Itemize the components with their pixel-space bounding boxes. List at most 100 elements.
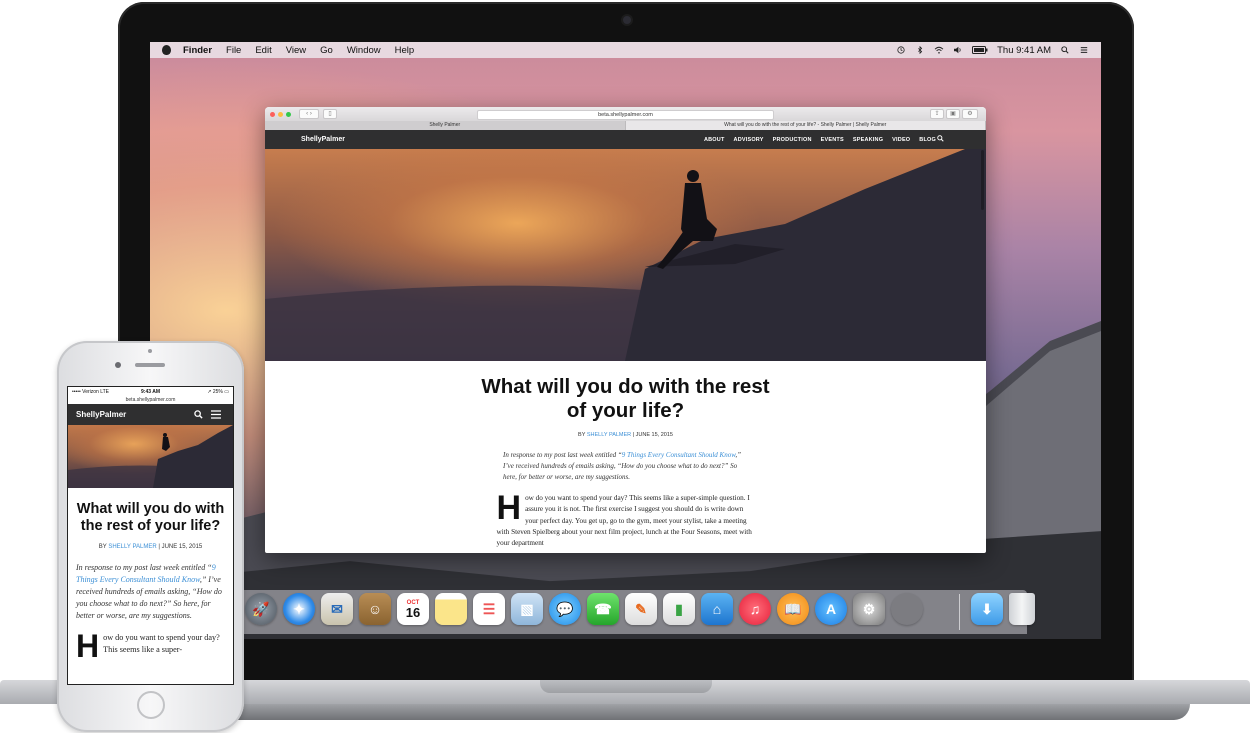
iphone-hero-image [68, 425, 233, 488]
iphone: ••••• Verizon LTE 9:43 AM ↗ 25% ▭ beta.s… [57, 341, 244, 732]
page-scrollbar[interactable] [981, 150, 984, 210]
calendar-icon[interactable]: OCT 16 [397, 593, 429, 625]
camera-icon [623, 16, 631, 24]
hamburger-menu-icon[interactable] [211, 410, 221, 419]
hero-silhouette [265, 149, 986, 361]
apple-menu-icon[interactable] [162, 45, 171, 55]
hero-image [265, 149, 986, 361]
spotlight-icon[interactable] [1060, 46, 1070, 54]
notification-center-icon[interactable] [1079, 46, 1089, 54]
trash-icon[interactable] [1009, 593, 1035, 625]
share-icon[interactable]: ⇪ [930, 109, 944, 119]
author-link[interactable]: SHELLY PALMER [587, 432, 631, 438]
downloads-folder-icon[interactable]: ⬇ [971, 593, 1003, 625]
app-icon[interactable] [891, 593, 923, 625]
article-byline: BY SHELLY PALMER | JUNE 15, 2015 [265, 432, 986, 438]
menu-window[interactable]: Window [347, 45, 381, 56]
notes-icon[interactable] [435, 593, 467, 625]
home-button[interactable] [137, 691, 165, 719]
nav-production[interactable]: PRODUCTION [773, 137, 812, 143]
wifi-icon[interactable] [934, 46, 944, 54]
iphone-author-link[interactable]: SHELLY PALMER [108, 544, 156, 550]
article-body-text: ow do you want to spend your day? This s… [496, 494, 752, 548]
facetime-icon[interactable]: ☎ [587, 593, 619, 625]
search-icon[interactable] [937, 135, 944, 142]
nav-speaking[interactable]: SPEAKING [853, 137, 883, 143]
intro-link[interactable]: 9 Things Every Consultant Should Know [622, 451, 736, 459]
macbook-notch [540, 680, 712, 693]
iphone-search-icon[interactable] [194, 410, 203, 419]
status-time: 9:43 AM [141, 388, 160, 395]
menu-go[interactable]: Go [320, 45, 333, 56]
menu-help[interactable]: Help [395, 45, 415, 56]
site-logo[interactable]: ShellyPalmer [301, 136, 345, 143]
iphone-address-bar[interactable]: beta.shellypalmer.com [68, 396, 233, 404]
iphone-byline-prefix: BY [98, 544, 107, 550]
numbers-icon[interactable]: ▮ [663, 593, 695, 625]
extension-icon[interactable]: ⚙ [962, 109, 978, 119]
ibooks-icon[interactable]: 📖 [777, 593, 809, 625]
nav-about[interactable]: ABOUT [704, 137, 725, 143]
nav-blog[interactable]: BLOG [919, 137, 936, 143]
tabs-overview-icon[interactable]: ▣ [946, 109, 960, 119]
drop-cap: H [496, 489, 522, 527]
messages-icon[interactable]: 💬 [549, 593, 581, 625]
iphone-intro-start: In response to my post last week entitle… [76, 563, 212, 572]
menu-bar: Finder File Edit View Go Window Help Thu… [150, 42, 1101, 58]
safari-window: ‹ › ▯ beta.shellypalmer.com ⇪ ▣ ⚙ Shelly… [265, 107, 986, 553]
article: What will you do with the rest of your l… [265, 375, 986, 549]
tab-shelly-palmer[interactable]: Shelly Palmer [265, 121, 626, 130]
back-forward-buttons[interactable]: ‹ › [299, 109, 319, 119]
iphone-screen: ••••• Verizon LTE 9:43 AM ↗ 25% ▭ beta.s… [67, 386, 234, 685]
dock: 🚀 ✦ ✉ ☺ OCT 16 ☰ ▧ 💬 ☎ ✎ ▮ ⌂ ♫ 📖 A ⚙ ⬇ [239, 590, 1035, 634]
keynote-icon[interactable]: ⌂ [701, 593, 733, 625]
tab-article[interactable]: What will you do with the rest of your l… [625, 121, 986, 130]
menu-view[interactable]: View [286, 45, 306, 56]
iphone-body-text: ow do you want to spend your day? This s… [103, 633, 220, 654]
mail-icon[interactable]: ✉ [321, 593, 353, 625]
mac-desktop: Finder File Edit View Go Window Help Thu… [150, 42, 1101, 639]
nav-advisory[interactable]: ADVISORY [734, 137, 764, 143]
time-machine-icon[interactable] [896, 46, 906, 54]
contacts-icon[interactable]: ☺ [359, 593, 391, 625]
pages-icon[interactable]: ✎ [625, 593, 657, 625]
reminders-icon[interactable]: ☰ [473, 593, 505, 625]
zoom-button[interactable] [286, 111, 291, 117]
menu-app-finder[interactable]: Finder [183, 45, 212, 56]
battery-icon[interactable] [972, 46, 988, 54]
iphone-site-logo[interactable]: ShellyPalmer [76, 410, 126, 419]
iphone-article-intro: In response to my post last week entitle… [76, 562, 225, 622]
iphone-sensor [148, 349, 152, 353]
safari-icon[interactable]: ✦ [283, 593, 315, 625]
iphone-site-header: ShellyPalmer [68, 404, 233, 425]
sidebar-icon[interactable]: ▯ [323, 109, 337, 119]
iphone-hero-silhouette [68, 425, 233, 488]
volume-icon[interactable] [953, 46, 963, 54]
byline-prefix: BY [578, 432, 586, 438]
minimize-button[interactable] [278, 111, 283, 117]
launchpad-icon[interactable]: 🚀 [245, 593, 277, 625]
tab-bar: Shelly Palmer What will you do with the … [265, 121, 986, 130]
nav-video[interactable]: VIDEO [892, 137, 910, 143]
close-button[interactable] [270, 111, 275, 117]
nav-events[interactable]: EVENTS [821, 137, 844, 143]
iphone-status-bar: ••••• Verizon LTE 9:43 AM ↗ 25% ▭ [68, 387, 233, 396]
calendar-day: 16 [405, 604, 421, 620]
itunes-icon[interactable]: ♫ [739, 593, 771, 625]
article-date: | JUNE 15, 2015 [632, 432, 673, 438]
article-title: What will you do with the rest of your l… [481, 375, 770, 422]
preview-icon[interactable]: ▧ [511, 593, 543, 625]
app-store-icon[interactable]: A [815, 593, 847, 625]
iphone-article-body: How do you want to spend your day? This … [76, 630, 225, 662]
site-header: ShellyPalmer ABOUT ADVISORY PRODUCTION E… [265, 130, 986, 149]
iphone-article-byline: BY SHELLY PALMER | JUNE 15, 2015 [68, 544, 233, 550]
system-preferences-icon[interactable]: ⚙ [853, 593, 885, 625]
menu-file[interactable]: File [226, 45, 241, 56]
menu-clock[interactable]: Thu 9:41 AM [997, 45, 1051, 56]
iphone-article-date: | JUNE 15, 2015 [158, 544, 203, 550]
iphone-drop-cap: H [76, 628, 100, 664]
address-bar[interactable]: beta.shellypalmer.com [477, 110, 774, 120]
bluetooth-icon[interactable] [915, 46, 925, 54]
menu-edit[interactable]: Edit [255, 45, 271, 56]
intro-text-start: In response to my post last week entitle… [503, 451, 622, 459]
